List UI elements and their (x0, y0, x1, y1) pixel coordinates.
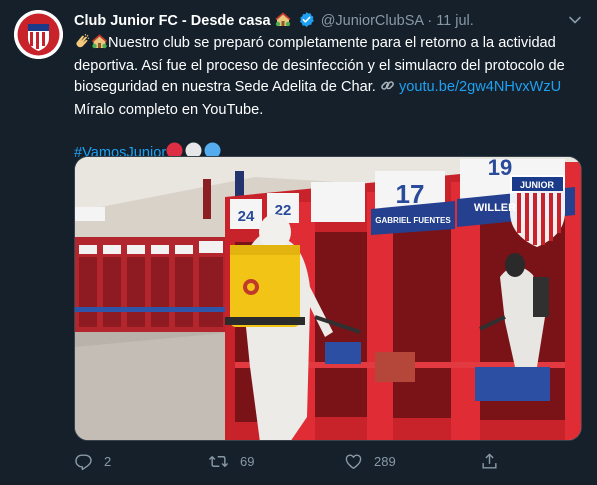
share-icon (482, 453, 497, 469)
chevron-down-icon[interactable] (567, 12, 583, 33)
tweet-media-video[interactable]: 24 22 17 19 GABRIEL FUENTES WILLER JUNIO… (74, 156, 582, 441)
reply-count: 2 (104, 454, 112, 469)
text-line-1: Nuestro club se preparó completamente pa… (108, 35, 556, 51)
reply-button[interactable]: 2 (74, 452, 111, 471)
tweet[interactable]: Club Junior FC - Desde casa @JuniorClubS… (0, 0, 597, 485)
youtube-link[interactable]: youtu.be/2gw4NHvxWzU (399, 79, 561, 95)
reply-icon (75, 454, 92, 471)
tweet-date[interactable]: 11 jul. (436, 13, 474, 29)
like-count: 289 (374, 454, 396, 469)
club-crest-icon (14, 10, 63, 59)
like-button[interactable]: 289 (344, 452, 396, 471)
locker-number-24: 24 (238, 208, 255, 225)
retweet-icon (208, 456, 229, 467)
avatar[interactable] (14, 10, 63, 59)
house-with-garden-icon (275, 12, 291, 31)
separator-dot: · (427, 13, 433, 29)
retweet-count: 69 (240, 454, 255, 469)
clapping-hands-icon (74, 33, 91, 56)
locker-room-scene: 24 22 17 19 GABRIEL FUENTES WILLER JUNIO… (75, 157, 581, 440)
heart-icon (345, 454, 362, 469)
tweet-text: Nuestro club se preparó completamente pa… (74, 33, 582, 166)
text-line-2: deportiva. Así fue el proceso de desinfe… (74, 58, 565, 74)
share-button[interactable] (480, 452, 499, 471)
tweet-actions: 2 69 289 (74, 452, 514, 476)
verified-badge-icon (298, 11, 315, 32)
house-with-garden-icon (91, 34, 108, 56)
locker-name-willer: WILLER (474, 202, 516, 214)
logo-text: JUNIOR (520, 180, 555, 190)
author-name[interactable]: Club Junior FC - Desde casa (74, 13, 271, 29)
text-line-3: bioseguridad en nuestra Sede Adelita de … (74, 79, 380, 95)
locker-name-gabriel: GABRIEL FUENTES (375, 216, 451, 225)
text-line-4: Míralo completo en YouTube. (74, 102, 264, 118)
tweet-header: Club Junior FC - Desde casa @JuniorClubS… (74, 11, 474, 32)
author-handle[interactable]: @JuniorClubSA (321, 13, 424, 29)
link-icon (380, 78, 395, 100)
retweet-button[interactable]: 69 (208, 452, 254, 471)
locker-number-19: 19 (488, 157, 512, 180)
